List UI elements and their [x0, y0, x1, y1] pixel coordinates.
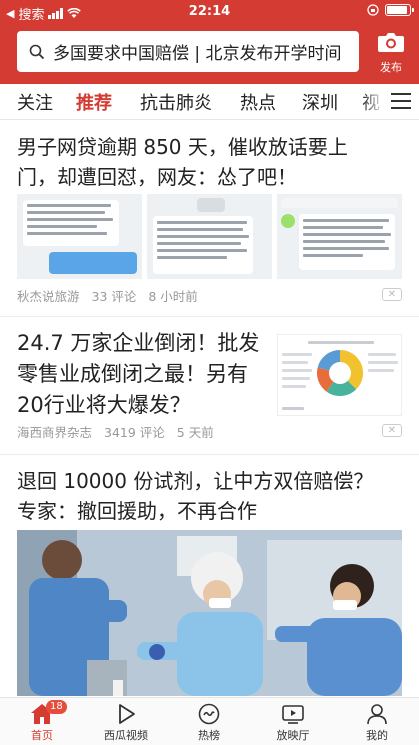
article-title-line: 专家：撤回援助，不再合作 [17, 499, 257, 523]
home-badge: 18 [46, 700, 67, 714]
article-meta: 秋杰说旅游 33 评论 8 小时前 [17, 286, 206, 305]
article-title-line: 退回 10000 份试剂，让中方双倍赔偿？ [17, 469, 374, 493]
rotation-lock-icon [367, 4, 379, 16]
article-title[interactable]: 男子网贷逾期 850 天，催收放话要上 门，却遭回怼，网友：怂了吧！ [17, 132, 402, 192]
article-thumbnail[interactable] [277, 194, 402, 279]
article-title-line: 20行业将大爆发？ [17, 393, 191, 417]
article-title-line: 门，却遭回怼，网友：怂了吧！ [17, 165, 297, 189]
donut-chart-icon [317, 350, 363, 396]
dislike-close-icon[interactable]: ✕ [382, 288, 402, 301]
status-bar: ◀ 搜索 22:14 [0, 0, 419, 24]
divider [0, 454, 419, 455]
search-placeholder: 多国要求中国赔偿 | 北京发布开学时间 [53, 44, 342, 64]
nav-screening-hall[interactable]: 放映厅 [251, 698, 335, 745]
article-title[interactable]: 退回 10000 份试剂，让中方双倍赔偿？ 专家：撤回援助，不再合作 [17, 466, 402, 526]
article-title-line: 男子网贷逾期 850 天，催收放话要上 [17, 135, 348, 159]
nav-hot-list[interactable]: 热榜 [167, 698, 251, 745]
flame-icon [198, 703, 220, 725]
tab-hot[interactable]: 热点 [240, 89, 276, 115]
article-comments: 33 评论 [91, 289, 137, 304]
nav-mine[interactable]: 我的 [335, 698, 419, 745]
article-card[interactable]: 退回 10000 份试剂，让中方双倍赔偿？ 专家：撤回援助，不再合作 [17, 466, 402, 526]
tab-recommend[interactable]: 推荐 [76, 89, 112, 115]
status-time: 22:14 [188, 4, 231, 19]
battery-icon [385, 4, 414, 16]
channel-menu-icon[interactable] [391, 93, 411, 111]
article-card[interactable]: 男子网贷逾期 850 天，催收放话要上 门，却遭回怼，网友：怂了吧！ 秋杰说旅游… [17, 132, 402, 304]
article-title-line: 零售业成倒闭之最！另有 [17, 362, 248, 386]
nav-label: 西瓜视频 [104, 729, 148, 742]
tab-fade [361, 84, 385, 119]
nav-home[interactable]: 18 首页 [0, 698, 84, 745]
tv-icon [282, 705, 304, 724]
dislike-close-icon[interactable]: ✕ [382, 424, 402, 437]
tab-shenzhen[interactable]: 深圳 [302, 89, 338, 115]
article-comments: 3419 评论 [104, 425, 165, 440]
status-right [367, 4, 414, 16]
nav-xigua-video[interactable]: 西瓜视频 [84, 698, 168, 745]
article-thumbnail[interactable] [277, 334, 402, 416]
play-icon [119, 704, 135, 724]
article-time: 5 天前 [176, 425, 214, 440]
bottom-navigation: 18 首页 西瓜视频 热榜 放映厅 我的 [0, 697, 419, 745]
top-header: ◀ 搜索 22:14 多国要求中国赔偿 | 北京发布开学时间 发布 [0, 0, 419, 84]
nav-label: 热榜 [198, 729, 220, 742]
article-source[interactable]: 秋杰说旅游 [17, 289, 80, 304]
article-time: 8 小时前 [148, 289, 198, 304]
search-bar[interactable]: 多国要求中国赔偿 | 北京发布开学时间 [17, 31, 359, 72]
divider [0, 316, 419, 317]
article-cover-image[interactable] [17, 530, 402, 696]
article-title-line: 24.7 万家企业倒闭！批发 [17, 331, 260, 355]
article-thumbnail[interactable] [17, 194, 142, 279]
person-icon [367, 704, 387, 725]
camera-icon [378, 33, 404, 52]
article-source[interactable]: 海西商界杂志 [17, 425, 92, 440]
search-icon [29, 44, 45, 59]
publish-button[interactable]: 发布 [371, 30, 411, 76]
article-title[interactable]: 24.7 万家企业倒闭！批发 零售业成倒闭之最！另有 20行业将大爆发？ [17, 328, 267, 421]
nav-label: 首页 [31, 729, 53, 742]
nav-label: 我的 [366, 729, 388, 742]
article-card[interactable]: 24.7 万家企业倒闭！批发 零售业成倒闭之最！另有 20行业将大爆发？ 海西商… [17, 328, 402, 442]
channel-tabs: 关注 推荐 抗击肺炎 热点 深圳 视 [0, 84, 419, 120]
nav-label: 放映厅 [276, 729, 310, 742]
article-meta: 海西商界杂志 3419 评论 5 天前 [17, 422, 222, 441]
tab-follow[interactable]: 关注 [17, 89, 53, 115]
publish-label: 发布 [380, 61, 402, 74]
tab-fight-pneumonia[interactable]: 抗击肺炎 [140, 89, 212, 115]
article-thumbnail[interactable] [147, 194, 272, 279]
medical-staff-image [17, 530, 402, 696]
